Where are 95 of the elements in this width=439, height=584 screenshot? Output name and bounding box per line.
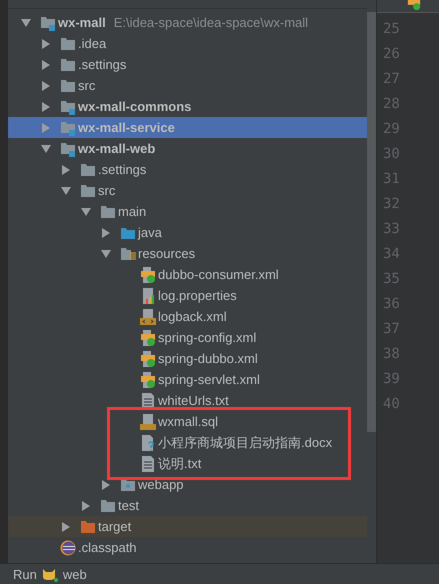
tree-row[interactable]: webapp: [8, 474, 367, 495]
tree-label: 小程序商城项目启动指南.docx: [158, 434, 332, 452]
tree-row[interactable]: .settings: [8, 159, 367, 180]
tree-label: spring-config.xml: [158, 330, 256, 345]
tree-label: dubbo-consumer.xml: [158, 267, 279, 282]
tree-label: src: [78, 78, 96, 93]
triangle-right-icon[interactable]: [41, 38, 51, 48]
spring-xml-file-icon: [140, 350, 156, 366]
tree-label: target: [98, 519, 132, 534]
resources-folder-icon: [120, 246, 136, 262]
tree-row[interactable]: test: [8, 495, 367, 516]
tree-label: .settings: [78, 57, 126, 72]
tree-label: spring-dubbo.xml: [158, 351, 258, 366]
tree-row[interactable]: wx-mall E:\idea-space\idea-space\wx-mall: [8, 12, 367, 33]
properties-file-icon: [140, 288, 156, 304]
tree-row[interactable]: wx-mall-commons: [8, 96, 367, 117]
spring-xml-file-icon[interactable]: [407, 0, 421, 11]
tree-row[interactable]: src: [8, 180, 367, 201]
text-file-icon: [140, 392, 156, 408]
tree-row[interactable]: log.properties: [8, 285, 367, 306]
tree-label: resources: [138, 246, 196, 261]
folder-icon: [60, 78, 76, 94]
triangle-down-icon[interactable]: [21, 18, 31, 28]
sql-file-icon: [140, 414, 156, 430]
folder-icon: [60, 36, 76, 52]
triangle-right-icon[interactable]: [41, 60, 51, 70]
run-config-label[interactable]: web: [62, 566, 87, 582]
tree-label: webapp: [138, 477, 184, 492]
module-folder-icon: [60, 120, 76, 136]
tree-row[interactable]: main: [8, 201, 367, 222]
tree-label: src: [98, 183, 116, 198]
tree-label: 说明.txt: [158, 454, 202, 472]
triangle-right-icon[interactable]: [101, 480, 111, 490]
folder-icon: [60, 56, 76, 72]
triangle-right-icon[interactable]: [81, 500, 91, 510]
tree-label: wxmall.sql: [158, 414, 218, 429]
triangle-down-icon[interactable]: [101, 248, 111, 258]
tree-label: .settings: [98, 162, 146, 177]
tree-label: .classpath: [78, 540, 137, 555]
tree-label: spring-servlet.xml: [158, 372, 260, 387]
scrollbar-thumb[interactable]: [367, 12, 376, 432]
tree-row[interactable]: spring-config.xml: [8, 327, 367, 348]
folder-icon: [80, 518, 96, 534]
folder-icon: [100, 204, 116, 220]
module-folder-icon: [40, 14, 56, 30]
triangle-right-icon[interactable]: [61, 164, 71, 174]
triangle-right-icon[interactable]: [61, 522, 71, 532]
tree-label: wx-mall: [58, 15, 106, 30]
tree-label: wx-mall-service: [78, 120, 175, 135]
tree-row[interactable]: logback.xml: [8, 306, 367, 327]
tree-row[interactable]: 说明.txt: [8, 453, 367, 474]
triangle-right-icon[interactable]: [41, 80, 51, 90]
spring-xml-file-icon: [140, 372, 156, 388]
tree-row[interactable]: .idea: [8, 33, 367, 54]
spring-xml-file-icon: [140, 266, 156, 282]
tree-label: main: [118, 204, 146, 219]
tree-label: test: [118, 498, 139, 513]
tree-row[interactable]: .settings: [8, 54, 367, 75]
project-path: E:\idea-space\idea-space\wx-mall: [114, 15, 308, 30]
tree-row[interactable]: .classpath: [8, 537, 367, 558]
triangle-right-icon[interactable]: [101, 228, 111, 238]
tree-row[interactable]: dubbo-consumer.xml: [8, 264, 367, 285]
cat-icon: [40, 566, 59, 582]
xml-file-icon: [140, 308, 156, 324]
tree-row[interactable]: resources: [8, 243, 367, 264]
tree-row[interactable]: whiteUrls.txt: [8, 390, 367, 411]
folder-icon: [100, 498, 116, 514]
folder-icon: [80, 162, 96, 178]
tree-label: whiteUrls.txt: [158, 393, 229, 408]
tree-row[interactable]: target: [8, 516, 367, 537]
module-folder-icon: [60, 98, 76, 114]
tree-row[interactable]: spring-servlet.xml: [8, 369, 367, 390]
unknown-file-icon: [140, 434, 156, 450]
tree-row[interactable]: src: [8, 75, 367, 96]
eclipse-file-icon: [60, 540, 76, 556]
triangle-down-icon[interactable]: [41, 144, 51, 154]
tree-label: java: [138, 225, 162, 240]
tree-label: wx-mall-commons: [78, 99, 192, 114]
tree-label: log.properties: [158, 288, 237, 303]
triangle-down-icon[interactable]: [61, 186, 71, 196]
tree-row[interactable]: spring-dubbo.xml: [8, 348, 367, 369]
folder-icon: [80, 182, 96, 198]
tree-label: wx-mall-web: [78, 141, 156, 156]
triangle-down-icon[interactable]: [81, 206, 91, 216]
tree-row[interactable]: wxmall.sql: [8, 411, 367, 432]
tree-label: .idea: [78, 36, 106, 51]
module-folder-icon: [60, 140, 76, 156]
triangle-right-icon[interactable]: [41, 102, 51, 112]
tree-label: logback.xml: [158, 309, 227, 324]
run-label[interactable]: Run: [13, 566, 37, 582]
tree-row[interactable]: java: [8, 222, 367, 243]
tree-row[interactable]: 小程序商城项目启动指南.docx: [8, 432, 367, 453]
text-file-icon: [140, 456, 156, 472]
tree-row[interactable]: wx-mall-web: [8, 138, 367, 159]
spring-xml-file-icon: [140, 330, 156, 346]
